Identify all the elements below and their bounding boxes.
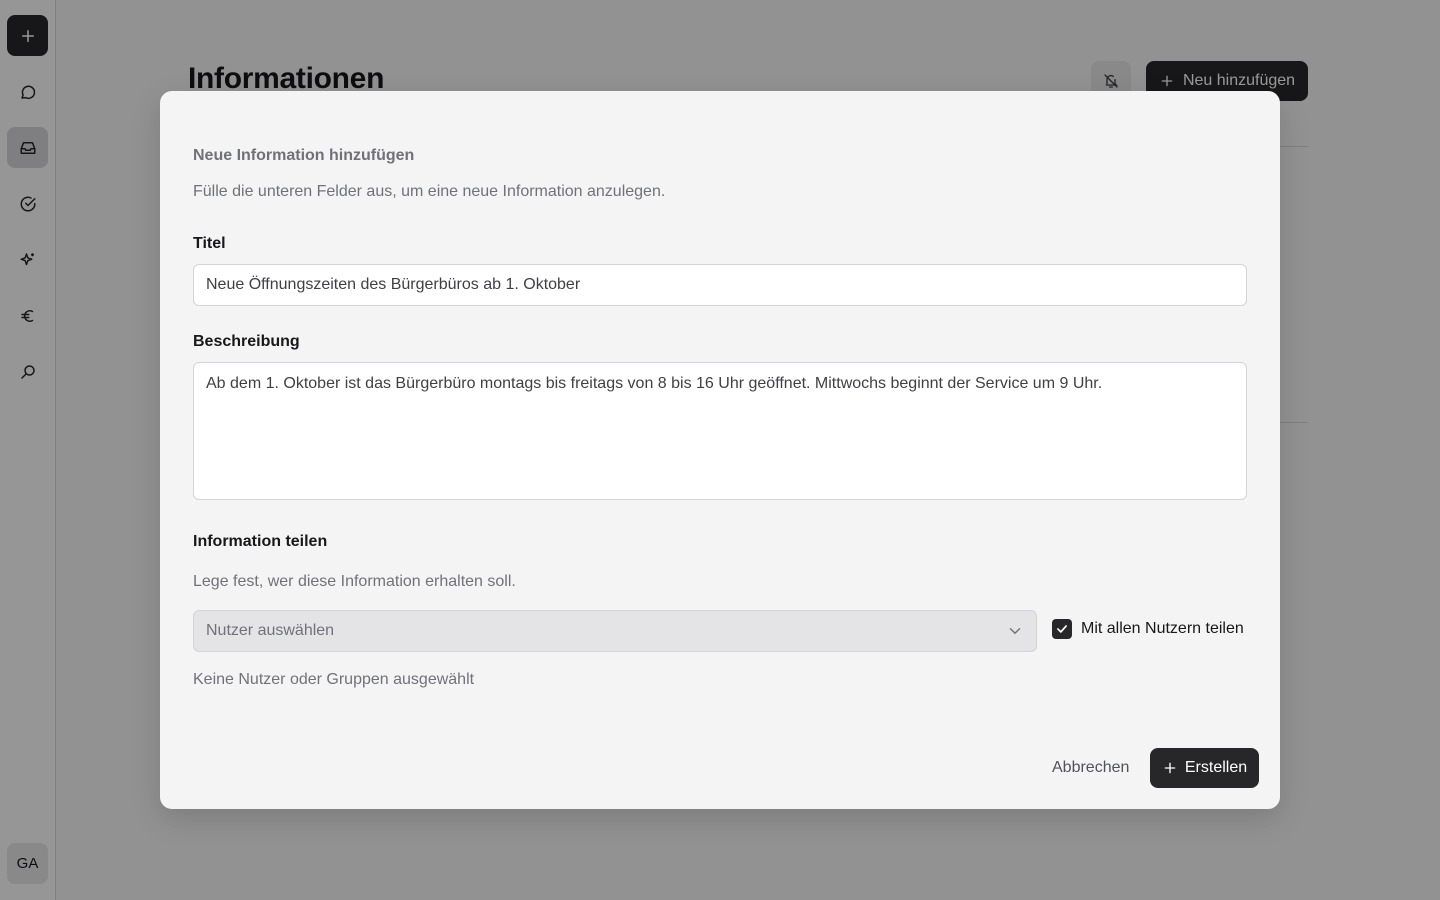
- chevron-down-icon: [1009, 628, 1021, 635]
- share-all-label: Mit allen Nutzern teilen: [1081, 620, 1244, 637]
- dialog-title: Neue Information hinzufügen: [193, 147, 415, 164]
- create-button[interactable]: Erstellen: [1150, 748, 1259, 788]
- share-all-checkbox[interactable]: [1052, 619, 1072, 639]
- user-select[interactable]: Nutzer auswählen: [193, 610, 1037, 652]
- description-label: Beschreibung: [193, 333, 300, 350]
- create-label: Erstellen: [1184, 759, 1248, 776]
- title-input[interactable]: Neue Öffnungszeiten des Bürgerbüros ab 1…: [193, 264, 1247, 306]
- plus-icon: [1164, 762, 1176, 774]
- description-textarea[interactable]: Ab dem 1. Oktober ist das Bürgerbüro mon…: [193, 362, 1247, 500]
- cancel-button[interactable]: Abbrechen: [1042, 748, 1139, 788]
- share-all-option[interactable]: Mit allen Nutzern teilen: [1052, 619, 1244, 639]
- check-icon: [1057, 625, 1067, 633]
- no-selection-text: Keine Nutzer oder Gruppen ausgewählt: [193, 671, 475, 688]
- share-label: Information teilen: [193, 533, 328, 550]
- share-description: Lege fest, wer diese Information erhalte…: [193, 573, 516, 590]
- add-information-dialog: Neue Information hinzufügen Fülle die un…: [160, 91, 1280, 809]
- title-label: Titel: [193, 235, 226, 252]
- user-select-placeholder: Nutzer auswählen: [206, 622, 335, 639]
- dialog-description: Fülle die unteren Felder aus, um eine ne…: [193, 183, 666, 200]
